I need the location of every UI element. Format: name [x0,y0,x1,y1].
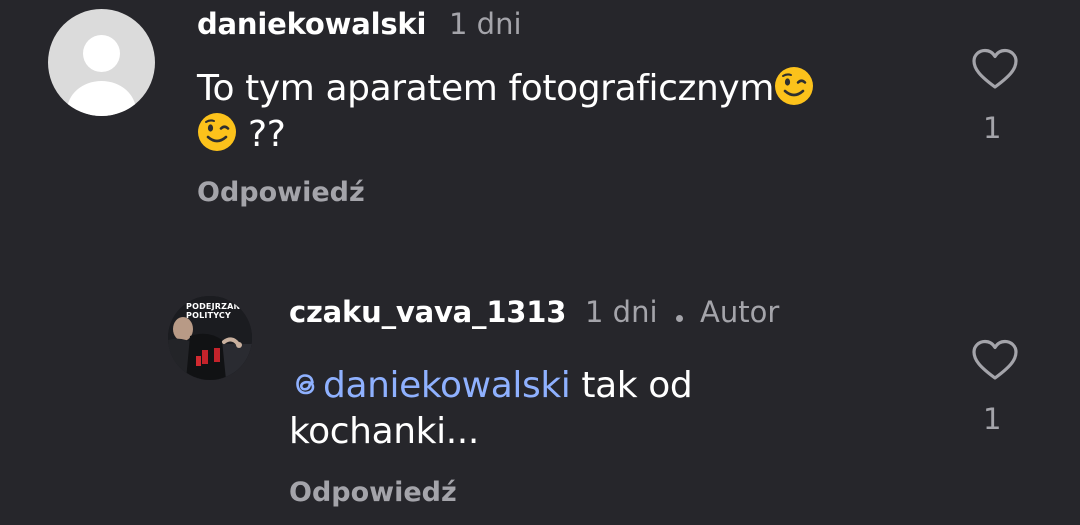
mention-username[interactable]: daniekowalski [323,365,571,406]
comment-timestamp: 1 dni [449,7,522,41]
avatar-default[interactable] [48,9,155,116]
avatar-caption: PODEJRZANI POLITYCY [186,302,244,320]
winking-face-emoji-icon [775,67,813,105]
comment-username[interactable]: czaku_vava_1313 [289,294,566,330]
heart-icon[interactable] [971,338,1019,382]
avatar-photo[interactable]: PODEJRZANI POLITYCY [168,296,252,380]
separator-dot [676,315,683,322]
avatar-head [83,35,120,72]
winking-face-emoji-icon [198,113,236,151]
heart-icon[interactable] [971,47,1019,91]
comments-thread: daniekowalski 1 dni To tym aparatem foto… [0,0,1080,525]
comment-username[interactable]: daniekowalski [197,6,426,42]
like-count: 1 [983,111,1002,145]
comment-text: To tym aparatem fotograficznym ?? [197,66,897,158]
comment-timestamp: 1 dni [585,295,658,329]
comment-text-line1: tak od [570,365,693,406]
like-count: 1 [983,402,1002,436]
comment-text-line2: ?? [248,114,286,155]
comment-text-line1: To tym aparatem fotograficznym [197,68,774,109]
comment-text: daniekowalski tak od kochanki... [289,363,849,455]
reply-button[interactable]: Odpowiedź [197,176,365,210]
avatar-body [67,81,136,116]
reply-button[interactable]: Odpowiedź [289,476,457,510]
comment-text-line2: kochanki... [289,411,479,452]
threads-icon [296,374,315,395]
mention-link[interactable]: daniekowalski [289,365,571,406]
author-badge: Autor [700,295,780,329]
